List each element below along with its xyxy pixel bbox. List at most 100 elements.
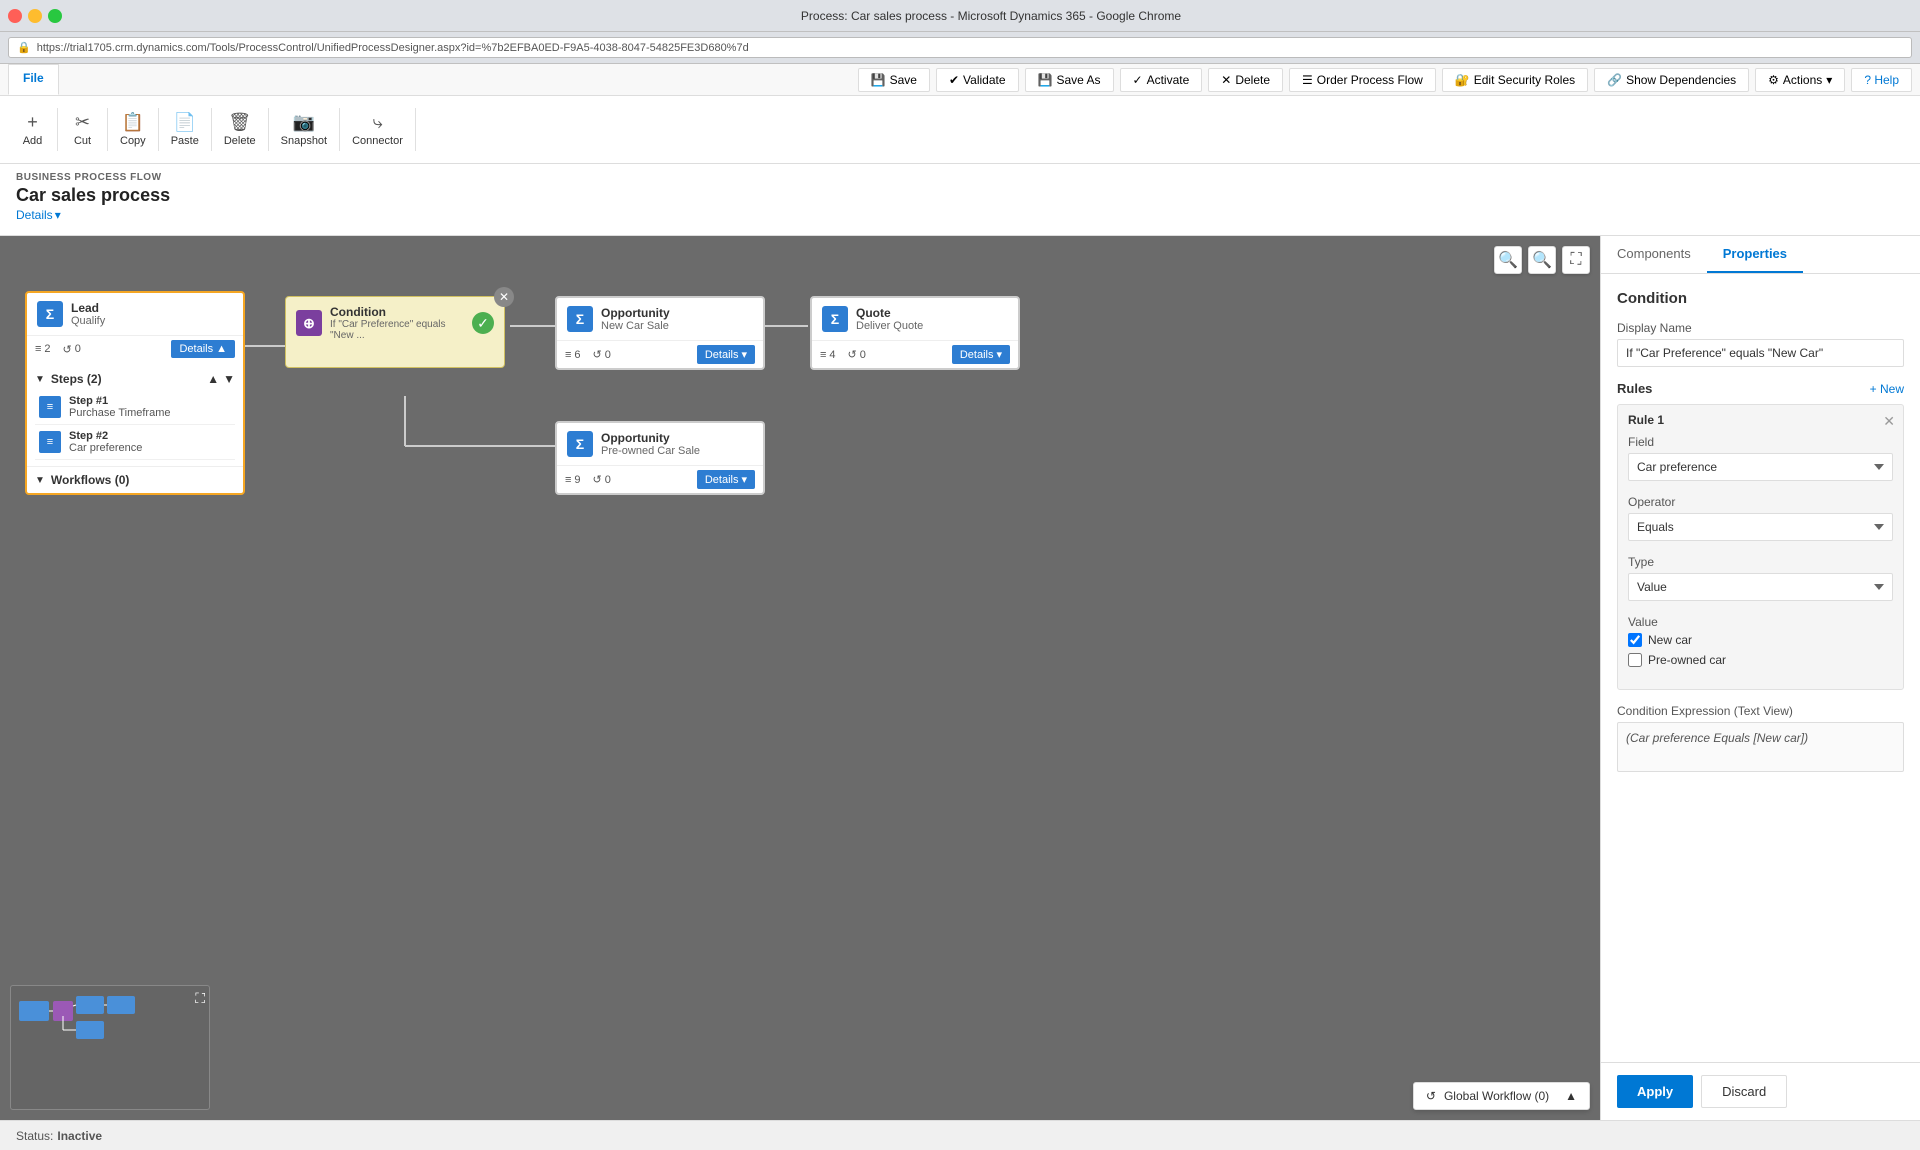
opp-new-title: Opportunity bbox=[601, 306, 670, 320]
tab-properties[interactable]: Properties bbox=[1707, 236, 1803, 273]
paste-action[interactable]: 📄 Paste bbox=[159, 108, 212, 151]
flow-icon: ↺ bbox=[848, 348, 857, 361]
delete-button[interactable]: ✕ Delete bbox=[1208, 68, 1283, 92]
arrow-down-icon[interactable]: ▼ bbox=[223, 372, 235, 386]
snapshot-action[interactable]: 📷 Snapshot bbox=[269, 108, 340, 151]
value-new-car-item[interactable]: New car bbox=[1628, 633, 1893, 647]
chevron-down-icon: ▾ bbox=[55, 208, 61, 222]
opp-pre-subtitle: Pre-owned Car Sale bbox=[601, 445, 700, 457]
opportunity-preowned-node[interactable]: Σ Opportunity Pre-owned Car Sale ≡ 9 ↺ 0… bbox=[555, 421, 765, 495]
validate-button[interactable]: ✔ Validate bbox=[936, 68, 1019, 92]
steps-arrows[interactable]: ▲ ▼ bbox=[207, 372, 235, 386]
activate-icon: ✓ bbox=[1133, 73, 1143, 87]
minimap-nodes bbox=[11, 986, 209, 1109]
lead-flow-stat: ↺ 0 bbox=[63, 343, 81, 356]
operator-label: Operator bbox=[1628, 495, 1893, 509]
browser-controls bbox=[8, 9, 62, 23]
quote-icon: Σ bbox=[822, 306, 848, 332]
opp-pre-details-button[interactable]: Details ▾ bbox=[697, 470, 755, 489]
paste-icon: 📄 bbox=[174, 112, 196, 133]
activate-button[interactable]: ✓ Activate bbox=[1120, 68, 1203, 92]
step1-item[interactable]: ≡ Step #1 Purchase Timeframe bbox=[35, 390, 235, 425]
condition-node[interactable]: ✕ ⊕ Condition If "Car Preference" equals… bbox=[285, 296, 505, 368]
minimize-btn[interactable] bbox=[28, 9, 42, 23]
condition-expr-section: Condition Expression (Text View) (Car pr… bbox=[1617, 704, 1904, 772]
step2-item[interactable]: ≡ Step #2 Car preference bbox=[35, 425, 235, 460]
delete-toolbar-action[interactable]: 🗑 Delete bbox=[212, 108, 269, 151]
refresh-icon: ↺ bbox=[1426, 1089, 1436, 1103]
minimap[interactable]: ⛶ bbox=[10, 985, 210, 1110]
bpf-details-link[interactable]: Details ▾ bbox=[16, 208, 1904, 222]
opp-new-icon: Σ bbox=[567, 306, 593, 332]
rule1-title: Rule 1 bbox=[1628, 413, 1893, 427]
address-url: https://trial1705.crm.dynamics.com/Tools… bbox=[37, 42, 749, 54]
add-action[interactable]: + Add bbox=[8, 108, 58, 151]
global-workflow-bar[interactable]: ↺ Global Workflow (0) ▲ bbox=[1413, 1082, 1590, 1110]
order-process-flow-button[interactable]: ☰ Order Process Flow bbox=[1289, 68, 1436, 92]
save-icon: 💾 bbox=[871, 73, 886, 87]
quote-footer: ≡ 4 ↺ 0 Details ▾ bbox=[812, 340, 1018, 368]
opp-pre-title: Opportunity bbox=[601, 431, 700, 445]
panel-section-title: Condition bbox=[1617, 290, 1904, 307]
tab-components[interactable]: Components bbox=[1601, 236, 1707, 273]
copy-action[interactable]: 📋 Copy bbox=[108, 108, 159, 151]
apply-button[interactable]: Apply bbox=[1617, 1075, 1693, 1108]
condition-close-btn[interactable]: ✕ bbox=[494, 287, 514, 307]
step2-icon: ≡ bbox=[39, 431, 61, 453]
chevron-up-icon: ▲ bbox=[216, 343, 227, 355]
quote-node[interactable]: Σ Quote Deliver Quote ≡ 4 ↺ 0 Details ▾ bbox=[810, 296, 1020, 370]
minimap-condition bbox=[53, 1001, 73, 1021]
lead-node-footer: ≡ 2 ↺ 0 Details ▲ bbox=[27, 335, 243, 362]
condition-check-icon: ✓ bbox=[472, 312, 494, 334]
new-rule-link[interactable]: + New bbox=[1870, 382, 1904, 396]
save-as-button[interactable]: 💾 Save As bbox=[1025, 68, 1114, 92]
show-dependencies-button[interactable]: 🔗 Show Dependencies bbox=[1594, 68, 1749, 92]
opportunity-new-node[interactable]: Σ Opportunity New Car Sale ≡ 6 ↺ 0 Detai… bbox=[555, 296, 765, 370]
order-icon: ☰ bbox=[1302, 73, 1313, 87]
flow-icon: ↺ bbox=[63, 343, 72, 356]
edit-security-roles-button[interactable]: 🔐 Edit Security Roles bbox=[1442, 68, 1588, 92]
opp-new-details-button[interactable]: Details ▾ bbox=[697, 345, 755, 364]
value-new-car-checkbox[interactable] bbox=[1628, 633, 1642, 647]
zoom-controls: 🔍 🔍 ⛶ bbox=[1494, 246, 1590, 274]
lead-node-subtitle: Qualify bbox=[71, 315, 105, 327]
connector-action[interactable]: ⤷ Connector bbox=[340, 108, 416, 151]
status-label: Status: bbox=[16, 1129, 53, 1143]
main-area: Σ Lead Qualify ≡ 2 ↺ 0 Details ▲ bbox=[0, 236, 1920, 1120]
zoom-in-button[interactable]: 🔍 bbox=[1528, 246, 1556, 274]
discard-button[interactable]: Discard bbox=[1701, 1075, 1787, 1108]
cut-action[interactable]: ✂ Cut bbox=[58, 108, 108, 151]
rules-header: Rules + New bbox=[1617, 381, 1904, 396]
type-select[interactable]: Value bbox=[1628, 573, 1893, 601]
delete-toolbar-icon: 🗑 bbox=[228, 112, 251, 133]
value-preowned-car-checkbox[interactable] bbox=[1628, 653, 1642, 667]
address-bar[interactable]: 🔒 https://trial1705.crm.dynamics.com/Too… bbox=[8, 37, 1912, 58]
chevron-down-icon: ▾ bbox=[741, 473, 747, 486]
help-button[interactable]: ? Help bbox=[1851, 68, 1912, 92]
lead-details-button[interactable]: Details ▲ bbox=[171, 340, 235, 358]
zoom-out-button[interactable]: 🔍 bbox=[1494, 246, 1522, 274]
rule1-close-btn[interactable]: ✕ bbox=[1883, 413, 1895, 430]
fit-button[interactable]: ⛶ bbox=[1562, 246, 1590, 274]
lead-node-header: Σ Lead Qualify bbox=[27, 293, 243, 335]
quote-details-button[interactable]: Details ▾ bbox=[952, 345, 1010, 364]
workflows-triangle-icon: ▼ bbox=[35, 475, 45, 486]
lead-node[interactable]: Σ Lead Qualify ≡ 2 ↺ 0 Details ▲ bbox=[25, 291, 245, 495]
save-button[interactable]: 💾 Save bbox=[858, 68, 930, 92]
status-value: Inactive bbox=[57, 1129, 102, 1143]
rule1-box: Rule 1 ✕ Field Car preference Operator E… bbox=[1617, 404, 1904, 690]
value-preowned-car-item[interactable]: Pre-owned car bbox=[1628, 653, 1893, 667]
arrow-up-icon[interactable]: ▲ bbox=[207, 372, 219, 386]
address-bar-row: 🔒 https://trial1705.crm.dynamics.com/Too… bbox=[0, 32, 1920, 64]
tab-file[interactable]: File bbox=[8, 64, 59, 95]
display-name-input[interactable] bbox=[1617, 339, 1904, 367]
close-btn[interactable] bbox=[8, 9, 22, 23]
save-as-icon: 💾 bbox=[1038, 73, 1053, 87]
actions-button[interactable]: ⚙ Actions ▾ bbox=[1755, 68, 1845, 92]
maximize-btn[interactable] bbox=[48, 9, 62, 23]
opp-new-flow: ↺ 0 bbox=[593, 348, 611, 361]
field-select[interactable]: Car preference bbox=[1628, 453, 1893, 481]
bpf-label: BUSINESS PROCESS FLOW bbox=[16, 172, 1904, 183]
operator-select[interactable]: Equals bbox=[1628, 513, 1893, 541]
process-canvas[interactable]: Σ Lead Qualify ≡ 2 ↺ 0 Details ▲ bbox=[0, 236, 1600, 1120]
